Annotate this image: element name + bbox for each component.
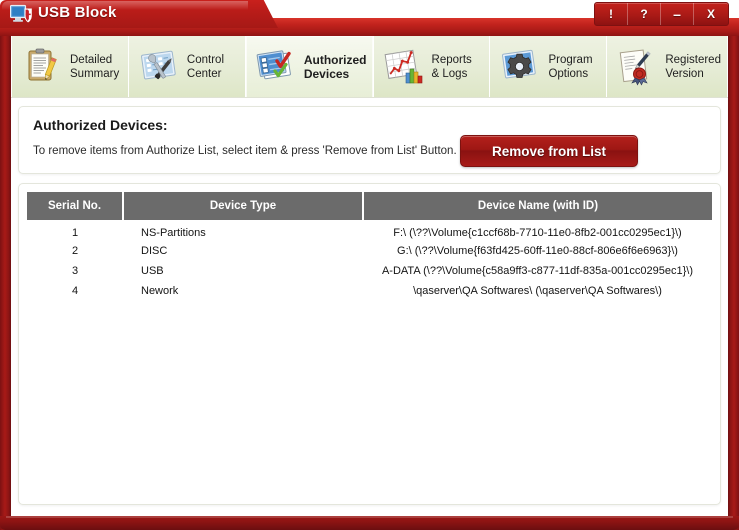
- table-row[interactable]: 1 NS-Partitions F:\ (\??\Volume{c1ccf68b…: [27, 220, 712, 240]
- cell-device-name: G:\ (\??\Volume{f63fd425-60ff-11e0-88cf-…: [397, 244, 678, 257]
- tab-registered-version[interactable]: Registered Version: [607, 36, 728, 98]
- tab-label: Program Options: [548, 54, 593, 80]
- cell-device-type: NS-Partitions: [141, 227, 206, 239]
- title-bar: USB Block ! ? – X: [0, 0, 739, 36]
- window-frame-left: [0, 18, 11, 530]
- tab-label: Registered Version: [665, 54, 721, 80]
- monitor-shield-icon: [9, 4, 32, 25]
- clipboard-pencil-icon: [21, 47, 63, 87]
- column-header-device-type[interactable]: Device Type: [123, 192, 364, 220]
- window-title: USB Block: [38, 4, 117, 21]
- tab-detailed-summary[interactable]: Detailed Summary: [11, 36, 129, 98]
- window-frame-right: [728, 18, 739, 530]
- tab-bar-underline: [11, 97, 728, 98]
- device-list-panel: Serial No. Device Type Device Name (with…: [18, 183, 721, 505]
- tab-label: Control Center: [186, 54, 224, 80]
- screen-tools-icon: [138, 47, 180, 87]
- tab-label: Authorized Devices: [303, 53, 367, 81]
- table-body: 1 NS-Partitions F:\ (\??\Volume{c1ccf68b…: [27, 220, 712, 300]
- close-button[interactable]: X: [694, 3, 728, 25]
- cell-device-name: A-DATA (\??\Volume{c58a9ff3-c877-11df-83…: [381, 264, 694, 277]
- cell-device-name: F:\ (\??\Volume{c1ccf68b-7710-11e0-8fb2-…: [393, 227, 682, 239]
- cell-device-type: USB: [141, 264, 164, 277]
- cell-device-name: \qaserver\QA Softwares\ (\qaserver\QA So…: [413, 284, 662, 297]
- remove-from-list-button[interactable]: Remove from List: [460, 135, 638, 167]
- table-row[interactable]: 2 DISC G:\ (\??\Volume{f63fd425-60ff-11e…: [27, 240, 712, 260]
- checklist-checks-icon: [255, 47, 297, 87]
- tab-label: Detailed Summary: [70, 54, 120, 80]
- usb-block-window: USB Block ! ? – X Detailed Summary Contr…: [0, 0, 739, 530]
- table-row[interactable]: 4 Nework \qaserver\QA Softwares\ (\qaser…: [27, 280, 712, 300]
- minimize-button[interactable]: –: [661, 3, 694, 25]
- certificate-seal-icon: [616, 47, 658, 87]
- column-header-serial[interactable]: Serial No.: [27, 192, 124, 220]
- tab-reports-logs[interactable]: Reports & Logs: [373, 36, 491, 98]
- info-panel: Authorized Devices: To remove items from…: [18, 106, 721, 174]
- table-row[interactable]: 3 USB A-DATA (\??\Volume{c58a9ff3-c877-1…: [27, 260, 712, 280]
- cell-serial: 2: [71, 244, 79, 257]
- tab-label: Reports & Logs: [431, 54, 472, 80]
- tab-control-center[interactable]: Control Center: [128, 36, 246, 98]
- main-tab-bar: Detailed Summary Control Center Authoriz…: [11, 36, 728, 98]
- screen-gear-icon: [499, 47, 541, 87]
- window-controls: ! ? – X: [594, 2, 729, 26]
- info-button[interactable]: !: [595, 3, 628, 25]
- cell-serial: 3: [71, 264, 79, 277]
- cell-serial: 1: [71, 227, 79, 239]
- window-frame-bottom: [0, 516, 739, 530]
- tab-authorized-devices[interactable]: Authorized Devices: [245, 36, 374, 98]
- help-button[interactable]: ?: [628, 3, 661, 25]
- column-header-device-name[interactable]: Device Name (with ID): [363, 192, 712, 220]
- table-header-row: Serial No. Device Type Device Name (with…: [27, 192, 712, 220]
- cell-serial: 4: [71, 284, 79, 297]
- cell-device-type: Nework: [141, 284, 179, 297]
- tab-program-options[interactable]: Program Options: [490, 36, 608, 98]
- cell-device-type: DISC: [141, 244, 168, 257]
- chart-graph-icon: [383, 47, 425, 87]
- page-title: Authorized Devices:: [33, 117, 168, 133]
- instruction-text: To remove items from Authorize List, sel…: [33, 145, 457, 157]
- authorized-devices-table: Serial No. Device Type Device Name (with…: [27, 192, 712, 300]
- content-area: Authorized Devices: To remove items from…: [11, 98, 728, 516]
